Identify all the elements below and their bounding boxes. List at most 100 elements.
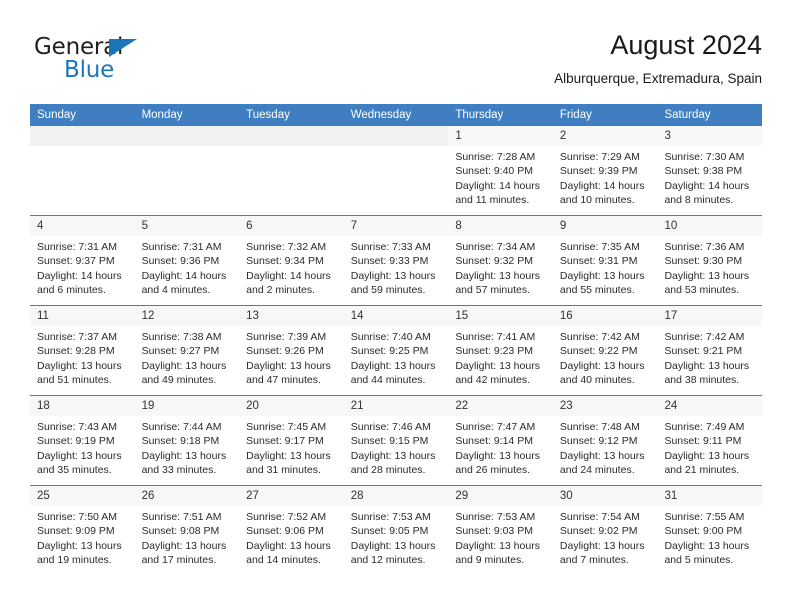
calendar-day-cell[interactable]: 17 Sunrise: 7:42 AM Sunset: 9:21 PM Dayligh… — [657, 306, 763, 395]
day-number: 27 — [246, 490, 259, 502]
sunrise-text: Sunrise: 7:54 AM — [559, 511, 640, 523]
daylight-text-line1: Daylight: 13 hours — [559, 539, 645, 552]
general-blue-logo[interactable]: General Blue — [34, 34, 184, 86]
day-number-bar — [134, 126, 240, 146]
daylight-text-line1: Daylight: 13 hours — [455, 269, 540, 282]
calendar-day-cell[interactable]: 25 Sunrise: 7:50 AM Sunset: 9:09 PM Dayligh… — [30, 486, 135, 575]
weekday-header-wednesday: Wednesday — [350, 109, 412, 121]
day-number-bar: 14 — [343, 306, 449, 326]
day-number-bar: 5 — [134, 216, 240, 236]
daylight-text-line2: and 59 minutes. — [350, 284, 426, 297]
calendar-day-cell[interactable]: 3 Sunrise: 7:30 AM Sunset: 9:38 PM Daylight… — [657, 126, 763, 215]
calendar-day-cell[interactable]: 28 Sunrise: 7:53 AM Sunset: 9:05 PM Dayligh… — [343, 486, 449, 575]
day-number: 1 — [455, 130, 462, 142]
daylight-text-line2: and 24 minutes. — [559, 464, 635, 477]
sunset-text: Sunset: 9:09 PM — [37, 525, 115, 538]
day-number-bar: 8 — [448, 216, 553, 236]
calendar-day-cell[interactable]: 20 Sunrise: 7:45 AM Sunset: 9:17 PM Dayligh… — [239, 396, 344, 485]
sunset-text: Sunset: 9:17 PM — [246, 435, 324, 448]
calendar-day-cell[interactable]: 29 Sunrise: 7:53 AM Sunset: 9:03 PM Dayligh… — [448, 486, 553, 575]
daylight-text-line1: Daylight: 14 hours — [559, 179, 645, 192]
calendar-day-cell[interactable]: 9 Sunrise: 7:35 AM Sunset: 9:31 PM Daylight… — [552, 216, 658, 305]
calendar-day-cell[interactable]: 4 Sunrise: 7:31 AM Sunset: 9:37 PM Daylight… — [30, 216, 135, 305]
calendar-week-row: 18 Sunrise: 7:43 AM Sunset: 9:19 PM Dayligh… — [30, 395, 763, 485]
day-details: Sunrise: 7:43 AM Sunset: 9:19 PM Daylight:… — [30, 416, 135, 478]
triangle-icon — [109, 39, 137, 57]
sunrise-text: Sunrise: 7:45 AM — [246, 421, 327, 433]
sunrise-text: Sunrise: 7:31 AM — [141, 241, 222, 253]
day-number-bar — [343, 126, 449, 146]
calendar-day-cell[interactable]: 12 Sunrise: 7:38 AM Sunset: 9:27 PM Dayligh… — [134, 306, 240, 395]
calendar-day-cell[interactable]: 22 Sunrise: 7:47 AM Sunset: 9:14 PM Dayligh… — [448, 396, 553, 485]
daylight-text-line2: and 33 minutes. — [141, 464, 217, 477]
sunset-text: Sunset: 9:18 PM — [141, 435, 220, 448]
day-details: Sunrise: 7:40 AM Sunset: 9:25 PM Daylight:… — [344, 326, 449, 388]
day-details: Sunrise: 7:45 AM Sunset: 9:17 PM Daylight:… — [239, 416, 344, 478]
day-number: 16 — [559, 310, 573, 322]
calendar-day-cell[interactable]: 26 Sunrise: 7:51 AM Sunset: 9:08 PM Dayligh… — [134, 486, 240, 575]
sunset-text: Sunset: 9:26 PM — [246, 345, 324, 358]
sunset-text: Sunset: 9:25 PM — [350, 345, 429, 358]
daylight-text-line1: Daylight: 13 hours — [350, 359, 436, 372]
weekday-header-friday: Friday — [559, 109, 592, 121]
sunrise-text: Sunrise: 7:43 AM — [37, 421, 117, 433]
calendar-day-cell[interactable]: 15 Sunrise: 7:41 AM Sunset: 9:23 PM Dayligh… — [448, 306, 553, 395]
day-number: 31 — [664, 490, 678, 502]
day-number: 5 — [141, 220, 148, 232]
calendar-day-cell[interactable]: 13 Sunrise: 7:39 AM Sunset: 9:26 PM Dayligh… — [239, 306, 344, 395]
sunrise-text: Sunrise: 7:44 AM — [141, 421, 222, 433]
daylight-text-line1: Daylight: 13 hours — [664, 539, 750, 552]
day-details: Sunrise: 7:33 AM Sunset: 9:33 PM Daylight:… — [344, 236, 449, 298]
sunrise-text: Sunrise: 7:53 AM — [455, 511, 536, 523]
calendar-day-cell[interactable]: 11 Sunrise: 7:37 AM Sunset: 9:28 PM Dayligh… — [30, 306, 135, 395]
daylight-text-line1: Daylight: 13 hours — [664, 269, 750, 282]
calendar-day-cell[interactable]: 18 Sunrise: 7:43 AM Sunset: 9:19 PM Dayligh… — [30, 396, 135, 485]
calendar-day-cell[interactable]: 16 Sunrise: 7:42 AM Sunset: 9:22 PM Dayligh… — [552, 306, 658, 395]
sunset-text: Sunset: 9:28 PM — [37, 345, 115, 358]
calendar-day-cell[interactable]: 6 Sunrise: 7:32 AM Sunset: 9:34 PM Daylight… — [239, 216, 344, 305]
page-subtitle: Alburquerque, Extremadura, Spain — [554, 71, 762, 86]
day-number-bar: 27 — [239, 486, 344, 506]
daylight-text-line1: Daylight: 13 hours — [246, 359, 331, 372]
daylight-text-line1: Daylight: 13 hours — [246, 539, 331, 552]
day-number-bar: 28 — [343, 486, 449, 506]
calendar-day-cell[interactable]: 8 Sunrise: 7:34 AM Sunset: 9:32 PM Daylight… — [448, 216, 553, 305]
day-number: 21 — [350, 400, 364, 412]
daylight-text-line2: and 51 minutes. — [37, 374, 112, 387]
daylight-text-line2: and 10 minutes. — [559, 194, 635, 207]
day-number-bar: 30 — [552, 486, 658, 506]
daylight-text-line1: Daylight: 13 hours — [559, 359, 645, 372]
calendar-day-cell[interactable]: 5 Sunrise: 7:31 AM Sunset: 9:36 PM Daylight… — [134, 216, 240, 305]
daylight-text-line2: and 38 minutes. — [664, 374, 740, 387]
sunrise-text: Sunrise: 7:33 AM — [350, 241, 431, 253]
calendar-day-cell[interactable]: 7 Sunrise: 7:33 AM Sunset: 9:33 PM Daylight… — [343, 216, 449, 305]
daylight-text-line2: and 11 minutes. — [455, 194, 530, 207]
day-number-bar: 6 — [239, 216, 344, 236]
daylight-text-line1: Daylight: 13 hours — [664, 449, 750, 462]
calendar-day-cell[interactable]: 24 Sunrise: 7:49 AM Sunset: 9:11 PM Dayligh… — [657, 396, 763, 485]
daylight-text-line1: Daylight: 14 hours — [246, 269, 331, 282]
day-details: Sunrise: 7:37 AM Sunset: 9:28 PM Daylight:… — [30, 326, 135, 388]
daylight-text-line2: and 4 minutes. — [141, 284, 211, 297]
day-number-bar: 20 — [239, 396, 344, 416]
daylight-text-line1: Daylight: 14 hours — [455, 179, 540, 192]
calendar-day-cell[interactable]: 1 Sunrise: 7:28 AM Sunset: 9:40 PM Daylight… — [448, 126, 553, 215]
calendar-day-cell[interactable]: 31 Sunrise: 7:55 AM Sunset: 9:00 PM Dayligh… — [657, 486, 763, 575]
sunrise-text: Sunrise: 7:30 AM — [664, 151, 745, 163]
calendar-day-cell[interactable]: 21 Sunrise: 7:46 AM Sunset: 9:15 PM Dayligh… — [343, 396, 449, 485]
calendar-day-cell[interactable]: 23 Sunrise: 7:48 AM Sunset: 9:12 PM Dayligh… — [552, 396, 658, 485]
calendar-day-cell[interactable]: 27 Sunrise: 7:52 AM Sunset: 9:06 PM Dayligh… — [239, 486, 344, 575]
day-number-bar — [30, 126, 135, 146]
sunset-text: Sunset: 9:40 PM — [455, 165, 533, 178]
calendar-day-cell[interactable]: 10 Sunrise: 7:36 AM Sunset: 9:30 PM Dayligh… — [657, 216, 763, 305]
day-details: Sunrise: 7:31 AM Sunset: 9:37 PM Daylight:… — [30, 236, 135, 298]
calendar-day-cell[interactable]: 19 Sunrise: 7:44 AM Sunset: 9:18 PM Dayligh… — [134, 396, 240, 485]
calendar-day-cell[interactable]: 14 Sunrise: 7:40 AM Sunset: 9:25 PM Dayligh… — [343, 306, 449, 395]
calendar-day-cell[interactable]: 2 Sunrise: 7:29 AM Sunset: 9:39 PM Daylight… — [552, 126, 658, 215]
sunrise-text: Sunrise: 7:53 AM — [350, 511, 431, 523]
sunrise-text: Sunrise: 7:39 AM — [246, 331, 327, 343]
daylight-text-line2: and 14 minutes. — [246, 554, 321, 567]
sunset-text: Sunset: 9:37 PM — [37, 255, 115, 268]
calendar-day-cell[interactable]: 30 Sunrise: 7:54 AM Sunset: 9:02 PM Dayligh… — [552, 486, 658, 575]
sunset-text: Sunset: 9:14 PM — [455, 435, 533, 448]
